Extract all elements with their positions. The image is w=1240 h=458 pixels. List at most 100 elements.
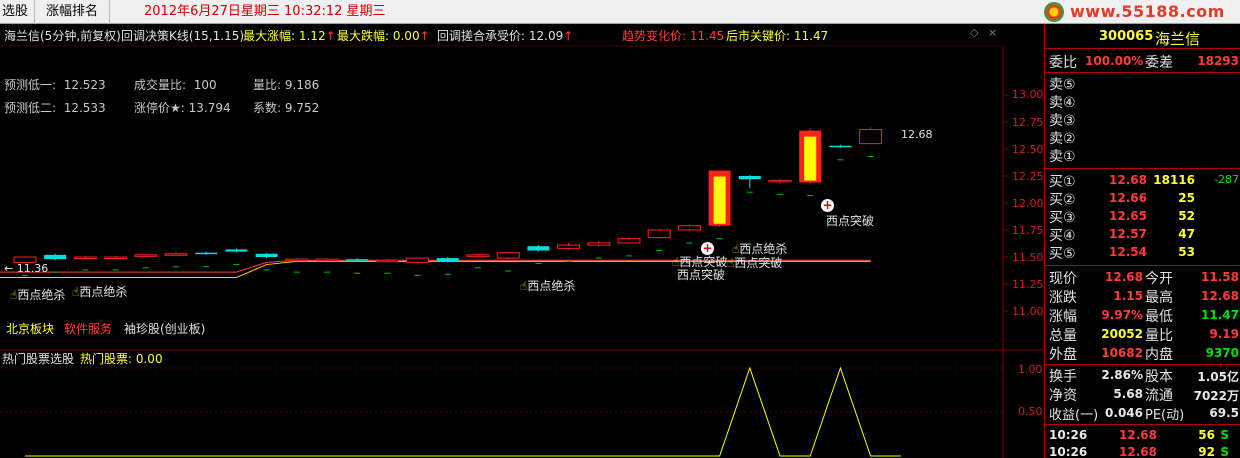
stat-label: 现价 [1049, 271, 1077, 287]
stat-value: 11.47 [1201, 308, 1239, 322]
candle-body [496, 252, 520, 259]
vol-ratio-b: 量比: 9.186 [253, 76, 319, 93]
tick-volume: 56 [1198, 428, 1215, 442]
vol-ratio-a-key: 成交量比: [134, 78, 187, 92]
sell-3-label: 卖③ [1049, 113, 1076, 129]
y-tick: 13.00 [1012, 88, 1044, 101]
candle-body [436, 258, 459, 262]
sector-link-small-cap[interactable]: 袖珍股(创业板) [124, 320, 205, 337]
candle-body [346, 259, 369, 261]
fund-label: PE(动) [1145, 408, 1185, 423]
stat-label: 涨幅 [1049, 309, 1077, 325]
candle-body [738, 176, 761, 180]
stat-label: 总量 [1049, 328, 1077, 344]
fund-label: 流通 [1145, 388, 1173, 404]
pred-low-1: 预测低一: 12.523 [4, 76, 106, 93]
y-tick: 11.75 [1012, 224, 1044, 237]
plus-icon: + [821, 198, 834, 212]
divider [1045, 265, 1240, 266]
pred-low-2: 预测低二: 12.533 [4, 99, 106, 116]
wb-label: 委比 [1049, 55, 1077, 71]
stat-value: 12.68 [1201, 289, 1239, 303]
y-tick: 11.50 [1012, 251, 1044, 264]
buy-label: 买① [1049, 174, 1076, 190]
signal-text: 西点绝杀 [79, 285, 128, 299]
tab-rise-ranking[interactable]: 涨幅排名 [40, 0, 110, 24]
key-price-label: 后市关键价: 11.47 [726, 29, 829, 43]
tab-stock-pick-label: 选股 [2, 4, 29, 19]
sell-5-label: 卖⑤ [1049, 77, 1076, 93]
pullback-price-text: 回调搓合承受价: 12.09 [437, 29, 564, 43]
sell-4-label: 卖④ [1049, 95, 1076, 111]
candle-body [104, 256, 128, 259]
buy-volume: 47 [1178, 227, 1195, 241]
wc-value: 18293 [1197, 54, 1239, 68]
y-tick: 12.25 [1012, 170, 1044, 183]
candle-body [285, 258, 309, 262]
max-fall-label: 最大跌幅: 0.00↑ [337, 27, 430, 44]
buy-price: 12.66 [1109, 191, 1147, 205]
tick-price: 12.68 [1119, 428, 1157, 442]
flower-logo-icon [1044, 2, 1064, 22]
tick-time: 10:26 [1049, 445, 1088, 458]
signal-label: ☝西点突破 [727, 254, 782, 271]
fund-value: 1.05亿 [1197, 370, 1239, 384]
buy-label: 买⑤ [1049, 246, 1076, 262]
candle-body [829, 145, 852, 148]
coefficient: 系数: 9.752 [253, 99, 319, 116]
candle-body [557, 244, 581, 249]
sector-link-beijing[interactable]: 北京板块 [6, 320, 54, 337]
fund-label: 净资 [1049, 388, 1077, 404]
coefficient-value: 9.752 [284, 101, 320, 115]
signal-text: 西点绝杀 [17, 288, 66, 302]
signal-label: ☝西点绝杀 [520, 277, 575, 294]
fund-label: 收益(一) [1049, 408, 1099, 423]
candle-body [859, 129, 883, 145]
close-icon[interactable]: × [988, 26, 997, 39]
diamond-icon[interactable]: ◇ [970, 26, 978, 39]
buy-volume: 52 [1178, 209, 1195, 223]
datetime-display: 2012年6月27日星期三 10:32:12 星期三 [144, 4, 386, 19]
y-tick: 11.25 [1012, 278, 1044, 291]
vol-ratio-b-value: 9.186 [284, 78, 320, 92]
stock-app: 选股 涨幅排名 2012年6月27日星期三 10:32:12 星期三 www.5… [0, 0, 1240, 458]
tab-stock-pick[interactable]: 选股 [0, 0, 36, 24]
coefficient-key: 系数: [253, 101, 282, 115]
up-arrow-icon: ↑ [419, 29, 430, 43]
sell-1-label: 卖① [1049, 149, 1076, 165]
stat-value: 9370 [1205, 346, 1239, 360]
stat-value: 1.15 [1113, 289, 1143, 303]
tick-volume: 92 [1198, 445, 1215, 458]
max-fall-text: 最大跌幅: 0.00 [337, 29, 420, 43]
candle-body [617, 238, 641, 244]
lower-y-tick: 1.00 [1018, 363, 1043, 376]
pred-low-1-key: 预测低一: [4, 78, 57, 92]
buy-price: 12.68 [1109, 173, 1147, 187]
candle-body [647, 229, 671, 239]
signal-label: 西点突破 [826, 214, 875, 228]
candle-body [225, 249, 248, 252]
indicator-name: 回调决策K线(15,1.15) [121, 29, 245, 43]
tick-price: 12.68 [1119, 445, 1157, 458]
candle-body [315, 258, 339, 262]
kline-chart-area[interactable]: 海兰信(5分钟,前复权) 回调决策K线(15,1.15) 最大涨幅: 1.12↑… [0, 24, 1044, 458]
stat-label: 外盘 [1049, 347, 1077, 363]
candle-body [527, 246, 550, 251]
stat-value: 20052 [1101, 327, 1143, 341]
tick-side: S [1220, 445, 1229, 458]
buy-label: 买④ [1049, 228, 1076, 244]
buy-label: 买③ [1049, 210, 1076, 226]
sell-2-label: 卖② [1049, 131, 1076, 147]
divider [1045, 168, 1240, 169]
stock-code[interactable]: 300065 [1099, 29, 1153, 44]
stat-label: 最低 [1145, 309, 1173, 325]
sector-link-software[interactable]: 软件服务 [64, 320, 112, 337]
pred-low-2-value: 12.533 [63, 101, 106, 115]
stock-name[interactable]: 海兰信 [1155, 28, 1200, 49]
site-logo[interactable]: www.55188.com [1040, 2, 1240, 22]
stat-value: 10682 [1101, 346, 1143, 360]
limit-up-price-value: 13.794 [188, 101, 231, 115]
candle-body [44, 254, 67, 260]
candle-body [134, 254, 158, 257]
buy-label: 买② [1049, 192, 1076, 208]
